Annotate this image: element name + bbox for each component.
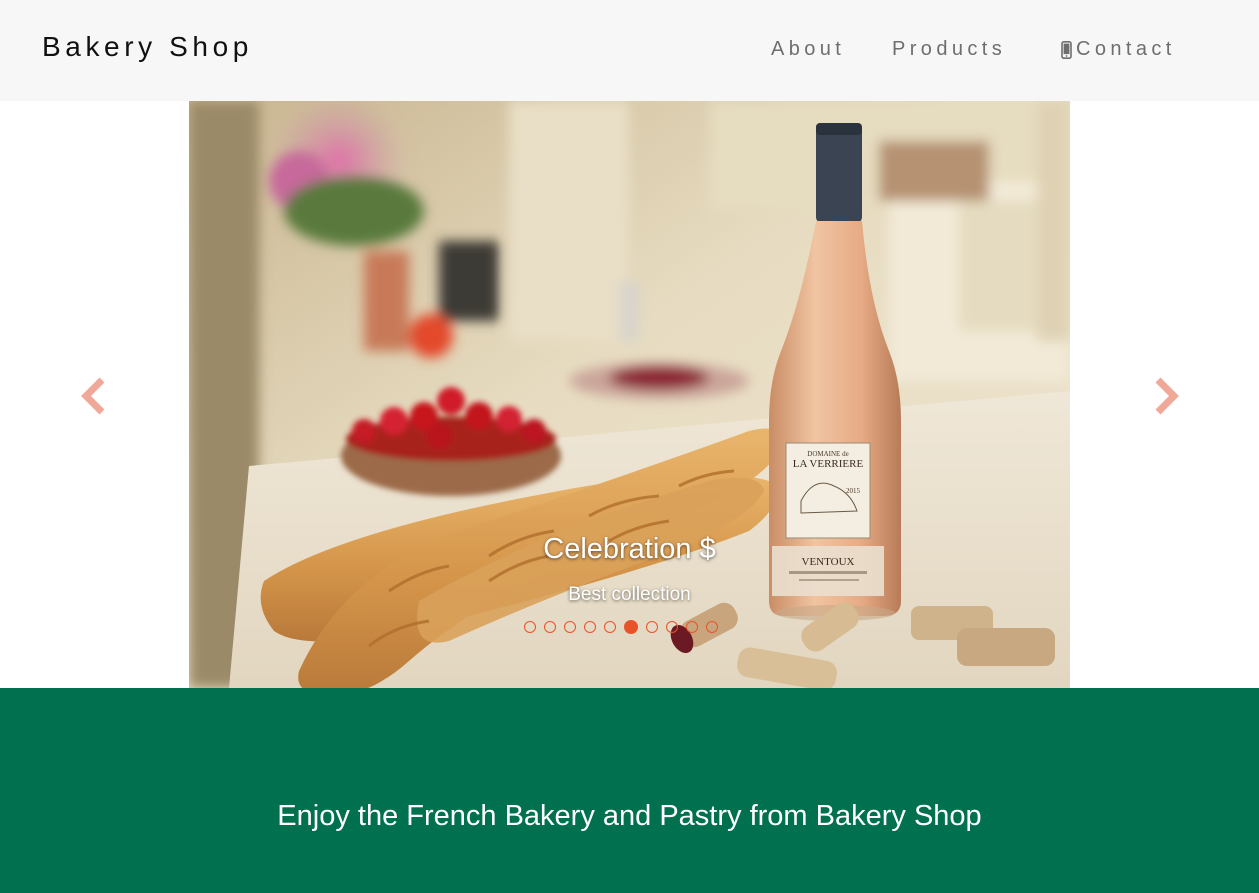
nav-link-about[interactable]: About — [771, 38, 845, 61]
nav-link-products[interactable]: Products — [892, 38, 1006, 61]
nav-link-contact[interactable]: Contact — [1061, 38, 1176, 61]
mobile-phone-icon — [1061, 40, 1072, 59]
navbar: Bakery Shop About Products Contact — [0, 0, 1259, 101]
welcome-banner: Enjoy the French Bakery and Pastry from … — [0, 688, 1259, 893]
carousel-indicator-dot[interactable] — [646, 621, 658, 633]
carousel-indicator-dot[interactable] — [686, 621, 698, 633]
carousel-indicator-dot[interactable] — [564, 621, 576, 633]
carousel-indicator-dot[interactable] — [544, 621, 556, 633]
carousel-indicator-dot[interactable] — [706, 621, 718, 633]
carousel-indicator-dot[interactable] — [584, 621, 596, 633]
carousel-indicator-dot[interactable] — [624, 620, 638, 634]
carousel-indicator-dot[interactable] — [604, 621, 616, 633]
slide-caption-title: Celebration $ — [543, 533, 716, 565]
bottle-label-line2: LA VERRIERE — [793, 458, 864, 470]
bottle-label-line1: DOMAINE de — [807, 450, 848, 458]
carousel-indicator-dot[interactable] — [524, 621, 536, 633]
brand-logo-link[interactable]: Bakery Shop — [42, 31, 253, 63]
carousel-indicator-dot[interactable] — [666, 621, 678, 633]
carousel-slide: DOMAINE de LA VERRIERE 2015 VENTOUX Cele… — [189, 101, 1070, 688]
chevron-left-icon[interactable] — [78, 376, 108, 416]
nav-link-contact-label: Contact — [1076, 38, 1176, 60]
carousel-indicators — [524, 620, 718, 635]
slide-caption-subtitle: Best collection — [568, 584, 691, 605]
bottle-label-year: 2015 — [846, 487, 861, 495]
banner-headline: Enjoy the French Bakery and Pastry from … — [277, 800, 982, 832]
hero-carousel: DOMAINE de LA VERRIERE 2015 VENTOUX Cele… — [0, 101, 1259, 688]
chevron-right-icon[interactable] — [1152, 376, 1182, 416]
